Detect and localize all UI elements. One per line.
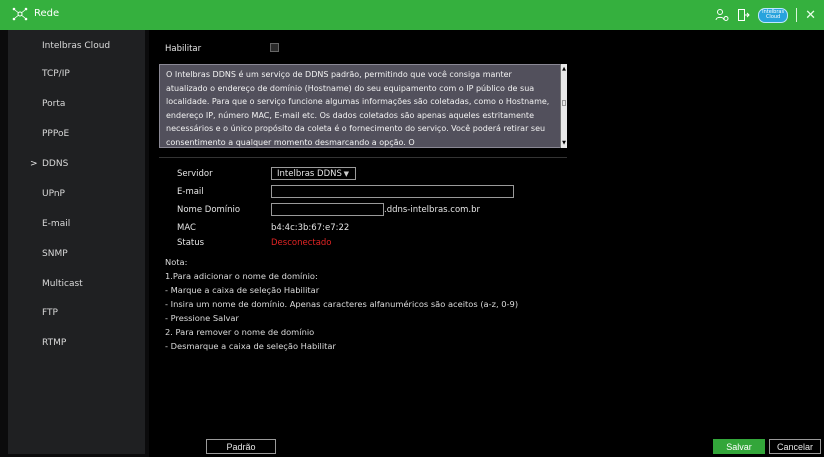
note-line: - Pressione Salvar	[165, 313, 239, 323]
sidebar-item-label: DDNS	[42, 159, 69, 169]
note-line: 1.Para adicionar o nome de domínio:	[165, 271, 318, 281]
logout-icon[interactable]	[737, 8, 750, 22]
default-button[interactable]: Padrão	[206, 439, 276, 454]
page-title: Rede	[34, 8, 60, 19]
mac-label: MAC	[177, 223, 196, 233]
sidebar-item-label: RTMP	[42, 338, 67, 348]
scroll-up-icon[interactable]: ▲	[561, 65, 567, 73]
section-divider	[159, 157, 567, 158]
toolbar-icons: Intelbras Cloud ✕	[715, 5, 816, 25]
status-value: Desconectado	[271, 238, 332, 248]
note-line: 2. Para remover o nome de domínio	[165, 327, 315, 337]
email-field[interactable]	[271, 185, 514, 198]
domain-label: Nome Domínio	[177, 205, 241, 215]
note-line: - Insira um nome de domínio. Apenas cara…	[165, 299, 519, 309]
sidebar-item-upnp[interactable]: UPnP	[8, 181, 145, 207]
active-marker: >	[30, 159, 38, 169]
sidebar: Intelbras Cloud TCP/IP Porta PPPoE > DDN…	[8, 30, 145, 454]
server-select-value: Intelbras DDNS	[277, 168, 342, 179]
sidebar-item-porta[interactable]: Porta	[8, 91, 145, 117]
ddns-description: O Intelbras DDNS é um serviço de DDNS pa…	[159, 64, 566, 148]
sidebar-item-label: FTP	[42, 308, 58, 318]
scroll-down-icon[interactable]: ▼	[561, 139, 567, 147]
title-bar: Rede Intelbras Cloud ✕	[0, 0, 824, 30]
server-select[interactable]: Intelbras DDNS ▼	[271, 167, 356, 180]
scroll-thumb[interactable]	[562, 100, 566, 106]
sidebar-item-label: SNMP	[42, 249, 68, 259]
user-settings-icon[interactable]	[715, 8, 729, 22]
cancel-button[interactable]: Cancelar	[769, 439, 821, 454]
sidebar-item-pppoe[interactable]: PPPoE	[8, 121, 145, 147]
mac-value: b4:4c:3b:67:e7:22	[271, 223, 350, 233]
sidebar-item-label: Porta	[42, 99, 66, 109]
sidebar-item-label: PPPoE	[42, 129, 70, 139]
server-label: Servidor	[177, 169, 213, 179]
sidebar-item-intelbras-cloud[interactable]: Intelbras Cloud	[8, 33, 145, 59]
sidebar-item-multicast[interactable]: Multicast	[8, 271, 145, 297]
domain-suffix: .ddns-intelbras.com.br	[384, 205, 481, 215]
sidebar-item-ddns[interactable]: > DDNS	[8, 151, 145, 177]
sidebar-item-label: TCP/IP	[42, 69, 70, 79]
sidebar-item-label: E-mail	[42, 219, 71, 229]
sidebar-item-label: Multicast	[42, 279, 83, 289]
sidebar-item-label: UPnP	[42, 189, 65, 199]
note-line: - Marque a caixa de seleção Habilitar	[165, 285, 320, 295]
note-line: - Desmarque a caixa de seleção Habilitar	[165, 341, 336, 351]
note-line: Nota:	[165, 257, 188, 267]
sidebar-item-label: Intelbras Cloud	[42, 41, 111, 51]
toolbar-divider	[796, 8, 798, 22]
enable-checkbox[interactable]	[270, 43, 279, 52]
sidebar-item-rtmp[interactable]: RTMP	[8, 330, 145, 356]
close-icon[interactable]: ✕	[805, 9, 816, 22]
enable-label: Habilitar	[165, 44, 202, 54]
save-button[interactable]: Salvar	[713, 439, 765, 454]
sidebar-item-ftp[interactable]: FTP	[8, 300, 145, 326]
domain-field[interactable]	[271, 203, 384, 216]
sidebar-item-snmp[interactable]: SNMP	[8, 241, 145, 267]
sidebar-item-tcpip[interactable]: TCP/IP	[8, 61, 145, 87]
email-label: E-mail	[177, 187, 204, 197]
chevron-down-icon: ▼	[343, 170, 349, 178]
description-scrollbar[interactable]: ▲ ▼	[560, 64, 567, 148]
status-label: Status	[177, 238, 205, 248]
sidebar-item-email[interactable]: E-mail	[8, 211, 145, 237]
cloud-badge-label: Intelbras Cloud	[762, 9, 785, 20]
intelbras-cloud-icon[interactable]: Intelbras Cloud	[758, 7, 789, 23]
network-icon	[12, 7, 28, 24]
